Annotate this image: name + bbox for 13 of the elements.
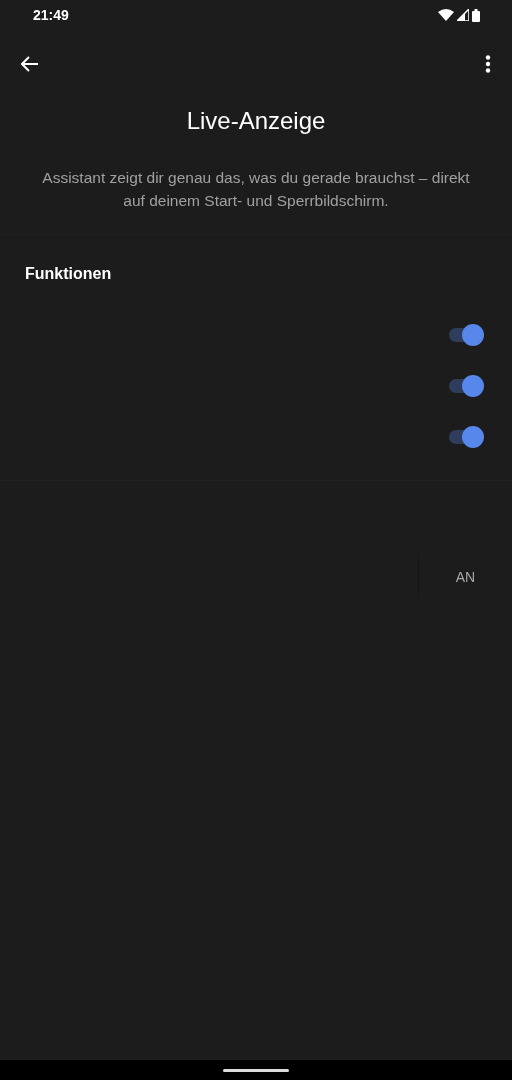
description: Assistant zeigt dir genau das, was du gerade brauchst – direkt auf deinem Start- und Sperrbildschirm. [41,168,471,211]
section-title: Funktionen [24,264,113,284]
toggle-switch[interactable] [449,323,484,346]
battery-icon [472,8,480,22]
signal-icon [457,9,469,21]
wifi-icon [438,9,454,21]
status-time: 21:49 [33,7,69,23]
more-options-icon[interactable] [485,55,491,73]
page-title: Live-Anzeige [185,106,327,136]
toggle-switch[interactable] [449,425,484,448]
toggle-switch[interactable] [449,374,484,397]
back-arrow-icon[interactable] [21,56,39,72]
home-handle[interactable] [223,1068,289,1072]
